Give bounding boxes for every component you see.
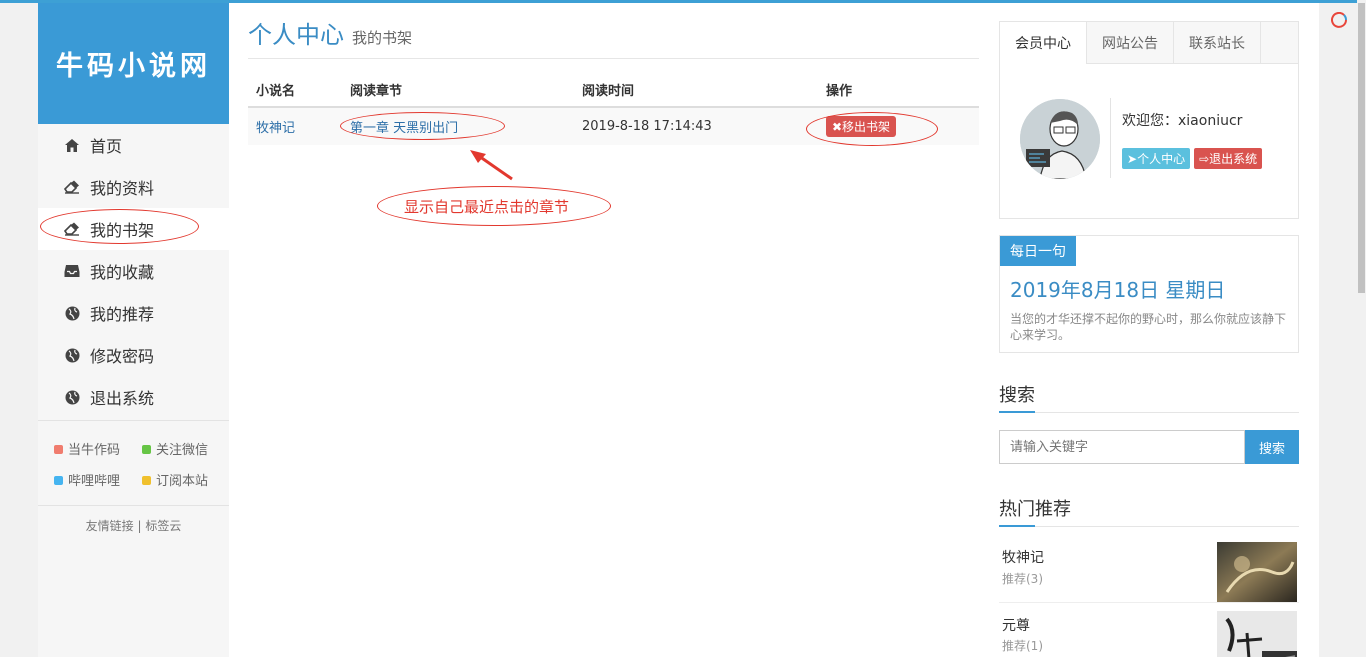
loading-spinner-icon <box>1331 12 1347 28</box>
tab-contact[interactable]: 联系站长 <box>1174 22 1261 63</box>
daily-quote-panel: 每日一句 2019年8月18日 星期日 当您的才华还撑不起你的野心时，那么你就应… <box>999 235 1299 353</box>
member-tabs: 会员中心 网站公告 联系站长 <box>1000 22 1298 64</box>
link-label: 订阅本站 <box>156 474 209 489</box>
search-section-title: 搜索 <box>999 381 1299 413</box>
dot-icon <box>54 476 63 485</box>
inbox-icon <box>64 263 80 279</box>
hot-novel-name[interactable]: 元尊 <box>1002 615 1030 635</box>
avatar <box>1020 99 1100 179</box>
welcome-text: 欢迎您：xiaoniucr <box>1122 113 1243 129</box>
page-header: 个人中心 我的书架 <box>248 3 979 59</box>
sidebar-item-label: 我的推荐 <box>90 305 155 324</box>
page-subtitle: 我的书架 <box>352 29 413 47</box>
member-info: 欢迎您：xiaoniucr ➤个人中心 ⇨退出系统 <box>1000 64 1298 218</box>
daily-tag: 每日一句 <box>1000 236 1076 266</box>
button-label: 退出系统 <box>1209 152 1258 166</box>
sign-out-icon: ⇨ <box>1199 152 1210 166</box>
hot-novel-name[interactable]: 牧神记 <box>1002 547 1044 567</box>
page-title: 个人中心 <box>248 21 344 49</box>
hot-novel-recommend-count: 推荐(1) <box>1002 639 1043 653</box>
sidebar-links: 当牛作码 关注微信 哔哩哔哩 订阅本站 <box>38 421 229 505</box>
member-divider <box>1110 98 1111 178</box>
sidebar-item-favorites[interactable]: 我的收藏 <box>38 250 229 292</box>
dot-icon <box>142 445 151 454</box>
col-header-chapter: 阅读章节 <box>350 73 582 108</box>
book-cover[interactable] <box>1217 611 1297 657</box>
annotation-ellipse-action <box>806 112 938 146</box>
link-label: 哔哩哔哩 <box>68 474 121 489</box>
member-panel: 会员中心 网站公告 联系站长 欢迎您：xiaoniucr ➤个人中心 ⇨退出系统 <box>999 21 1299 219</box>
sidebar-item-recommend[interactable]: 我的推荐 <box>38 292 229 334</box>
search-input[interactable] <box>999 430 1245 464</box>
personal-center-button[interactable]: ➤个人中心 <box>1122 148 1191 169</box>
link-dangniu[interactable]: 当牛作码 <box>54 439 142 458</box>
tab-announcement[interactable]: 网站公告 <box>1087 22 1174 63</box>
novel-link[interactable]: 牧神记 <box>256 121 295 136</box>
annotation-ellipse-chapter <box>340 112 505 140</box>
scrollbar-thumb[interactable] <box>1358 3 1365 293</box>
book-cover[interactable] <box>1217 542 1297 602</box>
sidebar-item-label: 退出系统 <box>90 389 155 408</box>
globe-icon <box>64 347 80 363</box>
dot-icon <box>142 476 151 485</box>
link-bilibili[interactable]: 哔哩哔哩 <box>54 470 142 489</box>
hot-section-title: 热门推荐 <box>999 495 1299 527</box>
home-icon <box>64 137 80 153</box>
hot-novel-recommend-count: 推荐(3) <box>1002 572 1043 586</box>
sidebar-item-profile[interactable]: 我的资料 <box>38 166 229 208</box>
sidebar: 牛码小说网 首页 我的资料 我的书架 我的收藏 我的推荐 修改密码 退出系统 当… <box>38 3 229 657</box>
page-container: 牛码小说网 首页 我的资料 我的书架 我的收藏 我的推荐 修改密码 退出系统 当… <box>38 3 1319 657</box>
right-sidebar: 会员中心 网站公告 联系站长 欢迎您：xiaoniucr ➤个人中心 ⇨退出系统… <box>999 3 1299 657</box>
logout-button[interactable]: ⇨退出系统 <box>1194 148 1263 169</box>
annotation-arrow-icon <box>470 150 513 181</box>
link-subscribe[interactable]: 订阅本站 <box>142 470 230 489</box>
dot-icon <box>54 445 63 454</box>
read-time: 2019-8-18 17:14:43 <box>582 107 826 145</box>
sidebar-footer[interactable]: 友情链接 | 标签云 <box>38 505 229 534</box>
daily-date: 2019年8月18日 星期日 <box>1010 278 1226 302</box>
tab-member-center[interactable]: 会员中心 <box>1000 22 1087 64</box>
list-item[interactable]: 元尊 推荐(1) <box>999 603 1299 657</box>
sidebar-item-label: 我的收藏 <box>90 263 155 282</box>
member-buttons: ➤个人中心 ⇨退出系统 <box>1122 148 1263 169</box>
sidebar-item-logout[interactable]: 退出系统 <box>38 376 229 418</box>
link-label: 关注微信 <box>156 443 209 458</box>
col-header-action: 操作 <box>826 73 979 108</box>
sidebar-item-label: 修改密码 <box>90 347 155 366</box>
globe-icon <box>64 389 80 405</box>
sidebar-item-label: 首页 <box>90 137 123 156</box>
sidebar-item-label: 我的资料 <box>90 179 155 198</box>
search-button[interactable]: 搜索 <box>1245 430 1299 464</box>
col-header-time: 阅读时间 <box>582 73 826 108</box>
annotation-ellipse-bookshelf <box>40 209 199 244</box>
table-header-row: 小说名 阅读章节 阅读时间 操作 <box>248 73 979 108</box>
annotation-text: 显示自己最近点击的章节 <box>404 198 570 216</box>
send-icon: ➤ <box>1127 152 1138 166</box>
col-header-novel: 小说名 <box>248 73 350 108</box>
link-label: 当牛作码 <box>68 443 121 458</box>
site-logo[interactable]: 牛码小说网 <box>38 3 229 124</box>
button-label: 个人中心 <box>1137 152 1186 166</box>
search-box: 搜索 <box>999 430 1299 464</box>
sidebar-item-password[interactable]: 修改密码 <box>38 334 229 376</box>
daily-quote: 当您的才华还撑不起你的野心时，那么你就应该静下心来学习。 <box>1010 312 1287 342</box>
sidebar-item-home[interactable]: 首页 <box>38 124 229 166</box>
globe-icon <box>64 305 80 321</box>
eraser-icon <box>64 179 80 195</box>
link-wechat[interactable]: 关注微信 <box>142 439 230 458</box>
list-item[interactable]: 牧神记 推荐(3) <box>999 527 1299 603</box>
